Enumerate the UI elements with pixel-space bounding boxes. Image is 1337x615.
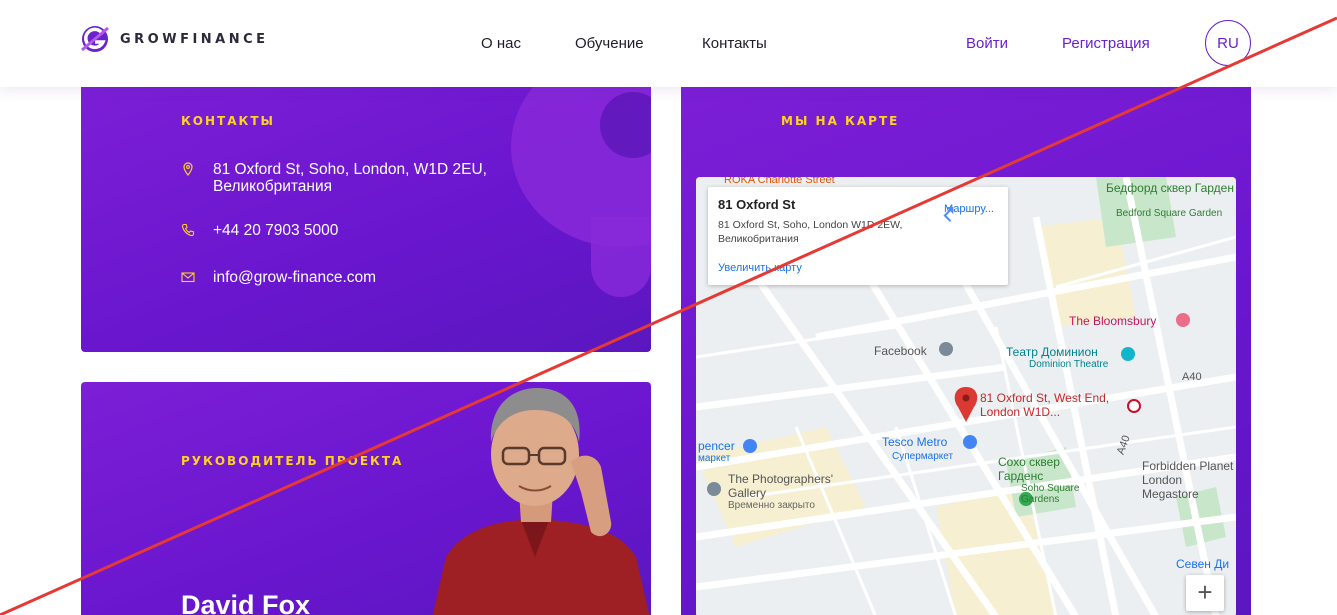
leader-name: David Fox — [181, 590, 311, 615]
leader-photo — [432, 387, 650, 615]
map-label-forbidden: Forbidden Planet London Megastore — [1142, 459, 1234, 501]
contact-email: info@grow-finance.com — [181, 269, 376, 286]
map-label-seven: Севен Ди — [1176, 557, 1230, 571]
map-label-tesco-sub: Супермаркет — [892, 451, 954, 462]
map-label-pin: 81 Oxford St, West End, London W1D... — [980, 391, 1110, 419]
nav-education[interactable]: Обучение — [575, 35, 644, 52]
leader-heading: РУКОВОДИТЕЛЬ ПРОЕКТА — [181, 454, 404, 468]
phone-icon — [181, 223, 195, 237]
page: GROWFINANCE О нас Обучение Контакты Войт… — [0, 0, 1337, 615]
map-label-theatre: Театр Доминион — [1006, 345, 1098, 359]
map-label-spencer: pencer — [698, 439, 735, 453]
map-label-bedford-en: Bedford Square Garden — [1116, 208, 1223, 219]
mail-icon — [181, 272, 195, 283]
phone-number[interactable]: +44 20 7903 5000 — [213, 222, 338, 239]
map-label-bloomsbury: The Bloomsbury — [1069, 314, 1157, 328]
map-label-spencer-sub: маркет — [698, 453, 731, 464]
map-label-a40: A40 — [1182, 371, 1202, 383]
logo-text: GROWFINANCE — [120, 31, 269, 47]
login-link[interactable]: Войти — [966, 35, 1008, 52]
language-switcher[interactable]: RU — [1205, 20, 1251, 66]
info-address: 81 Oxford St, Soho, London W1D 2EW, Вели… — [718, 219, 903, 245]
zoom-in-button[interactable]: + — [1186, 575, 1224, 611]
map-label-tesco: Tesco Metro — [882, 435, 948, 449]
nav-about[interactable]: О нас — [481, 35, 521, 52]
map-label-soho: Сохо сквер Гарденс — [998, 455, 1060, 483]
map-card: МЫ НА КАРТЕ Бедфорд сквер Гарден Bedford… — [681, 87, 1251, 615]
map-label-charlotte: ROKA Charlotte Street — [724, 177, 835, 186]
info-title: 81 Oxford St — [718, 197, 796, 212]
directions-button[interactable]: Маршру... — [936, 201, 1002, 222]
decor-blob-tail — [591, 217, 651, 297]
address-line-1: 81 Oxford St, Soho, London, W1D 2EU, — [213, 161, 487, 178]
enlarge-map-link[interactable]: Увеличить карту — [718, 262, 802, 274]
map-label-theatre-en: Dominion Theatre — [1029, 359, 1109, 370]
nav-contacts[interactable]: Контакты — [702, 35, 767, 52]
map-label-photographers: The Photographers' Gallery — [728, 472, 834, 500]
email-link[interactable]: info@grow-finance.com — [213, 269, 376, 286]
map-heading: МЫ НА КАРТЕ — [781, 114, 900, 128]
map-label-bedford: Бедфорд сквер Гарден — [1106, 181, 1234, 195]
contacts-heading: КОНТАКТЫ — [181, 114, 275, 128]
map-label-facebook: Facebook — [874, 344, 927, 358]
directions-icon — [943, 207, 954, 222]
register-link[interactable]: Регистрация — [1062, 35, 1150, 52]
contact-address: 81 Oxford St, Soho, London, W1D 2EU, Вел… — [181, 161, 487, 195]
logo-icon — [81, 26, 109, 52]
site-header: GROWFINANCE О нас Обучение Контакты Войт… — [0, 0, 1337, 87]
address-line-2: Великобритания — [213, 178, 333, 195]
map-label-soho-en: Soho Square Gardens — [1021, 483, 1080, 505]
logo[interactable]: GROWFINANCE — [80, 24, 269, 54]
map-label-photographers-sub: Временно закрыто — [728, 500, 815, 511]
location-pin-icon — [183, 162, 193, 176]
contact-phone: +44 20 7903 5000 — [181, 222, 338, 239]
google-map[interactable]: Бедфорд сквер Гарден Bedford Square Gard… — [696, 177, 1236, 615]
map-info-window: 81 Oxford St 81 Oxford St, Soho, London … — [708, 187, 1008, 285]
contacts-card: КОНТАКТЫ 81 Oxford St, Soho, London, W1D… — [81, 87, 651, 352]
leader-card: РУКОВОДИТЕЛЬ ПРОЕКТА David Fox — [81, 382, 651, 615]
